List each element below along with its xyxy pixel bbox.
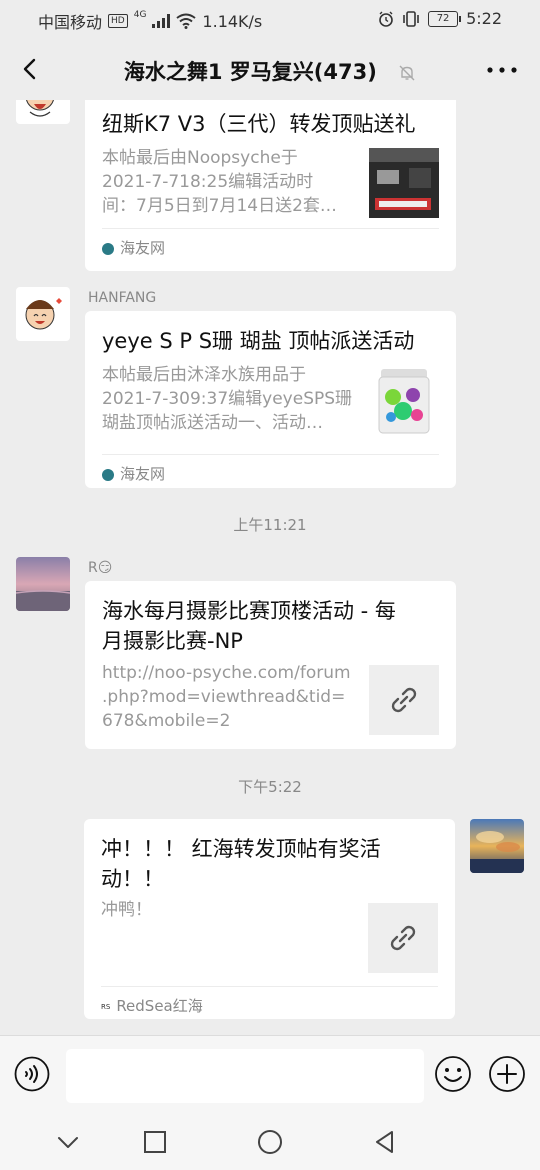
link-thumbnail [368,903,438,973]
link-card[interactable]: 纽斯K7 V3（三代）转发顶贴送礼 本帖最后由Noopsyche于 2021-7… [85,100,456,271]
chevron-down-icon[interactable] [53,1127,83,1157]
sender-name: R😏 [88,560,113,576]
signal-icon [152,14,171,28]
net-speed: 1.14K/s [202,11,263,31]
link-card[interactable]: 冲！！！ 红海转发顶帖有奖活 动！！ 冲鸭！ RS RedSea红海 [84,819,455,1019]
avatar[interactable] [16,557,70,611]
chat-title: 海水之舞1 罗马复兴(473) [123,60,377,84]
emoji-icon[interactable] [434,1055,472,1093]
sky-photo-avatar [470,819,524,873]
carrier-label: 中国移动 [38,13,103,32]
my-avatar[interactable] [470,819,524,873]
card-title: 纽斯K7 V3（三代）转发顶贴送礼 [102,112,416,136]
chat-title-wrap: 海水之舞1 罗马复兴(473) [0,56,540,86]
voice-input-icon[interactable] [14,1056,50,1092]
network-label: 4G [133,10,147,20]
back-triangle-icon[interactable] [370,1127,400,1157]
card-title: 海水每月摄影比赛顶楼活动 - 每 月摄影比赛-NP [102,599,396,653]
system-nav-bar [0,1115,540,1170]
link-icon [391,687,417,713]
home-circle-icon[interactable] [255,1127,285,1157]
wifi-icon [176,13,197,29]
link-card[interactable]: yeye S P S珊 瑚盐 顶帖派送活动 本帖最后由沐泽水族用品于 2021-… [85,311,456,488]
timestamp: 下午5:22 [238,778,302,796]
link-icon [390,925,416,951]
timestamp: 上午11:21 [233,516,307,534]
source-logo-icon [102,468,114,481]
sunset-photo-avatar [16,557,70,611]
card-description: 本帖最后由Noopsyche于 2021-7-718:25编辑活动时 间：7月5… [102,148,337,216]
card-description: http://noo-psyche.com/forum .php?mod=vie… [102,663,351,731]
recents-square-icon[interactable] [140,1127,170,1157]
vibrate-icon [403,10,419,27]
card-description: 本帖最后由沐泽水族用品于 2021-7-309:37编辑yeyeSPS珊 瑚盐顶… [102,365,353,433]
alarm-icon [379,11,393,27]
avatar[interactable] [16,287,70,341]
sender-name: HANFANG [88,290,157,306]
input-bar [0,1035,540,1116]
message-input[interactable] [66,1049,424,1103]
source-logo-icon [102,242,114,255]
product-thumbnail [369,148,439,218]
card-source: 海友网 [102,228,439,258]
link-card[interactable]: 海水每月摄影比赛顶楼活动 - 每 月摄影比赛-NP http://noo-psy… [85,581,456,749]
plus-icon[interactable] [488,1055,526,1093]
cartoon-avatar-icon [25,298,62,330]
mute-bell-icon [399,65,415,81]
card-description: 冲鸭！ [101,900,152,920]
chat-area[interactable]: 纽斯K7 V3（三代）转发顶贴送礼 本帖最后由Noopsyche于 2021-7… [0,100,540,1035]
chat-header: 海水之舞1 罗马复兴(473) [0,38,540,100]
hd-icon: HD [108,14,128,28]
avatar[interactable] [16,100,70,124]
redsea-logo-icon: RS [101,1002,111,1011]
card-source: RS RedSea红海 [101,986,438,1016]
card-title: yeye S P S珊 瑚盐 顶帖派送活动 [102,329,415,353]
clock: 5:22 [466,9,502,28]
card-source: 海友网 [102,454,439,484]
status-bar: 中国移动 HD 4G 1.14K/s 72 5:22 [0,0,540,38]
card-title: 冲！！！ 红海转发顶帖有奖活 动！！ [101,837,381,891]
product-thumbnail [369,365,439,435]
battery-icon: 72 [428,10,462,27]
link-thumbnail [369,665,439,735]
more-options-icon[interactable] [486,60,518,80]
cartoon-avatar-icon [26,100,54,117]
